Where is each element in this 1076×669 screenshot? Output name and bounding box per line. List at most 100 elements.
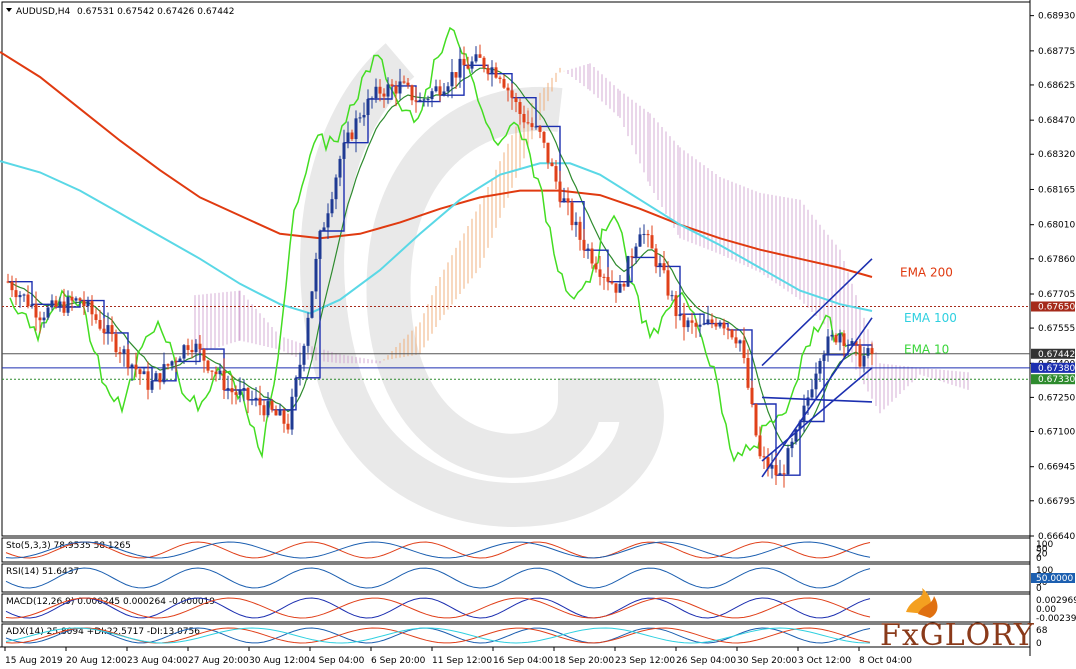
candle-body — [422, 99, 426, 101]
chart-header: AUDUSD,H4 0.67531 0.67542 0.67426 0.6744… — [6, 7, 234, 17]
candle-body — [790, 441, 794, 449]
candle-body — [466, 65, 470, 69]
candle-body — [774, 465, 778, 476]
candle-body — [230, 388, 234, 393]
candle-body — [758, 435, 762, 457]
candle-body — [710, 319, 714, 323]
candle-body — [322, 227, 326, 232]
candle-body — [474, 54, 478, 62]
candle-body — [738, 340, 742, 344]
candle-body — [146, 371, 150, 390]
candle-body — [434, 86, 438, 92]
candle-body — [810, 389, 814, 398]
candle-body — [74, 298, 78, 301]
candle-body — [446, 86, 450, 92]
price-tick-label: 0.67100 — [1038, 427, 1075, 437]
candle-body — [202, 349, 206, 361]
candle-body — [454, 72, 458, 78]
candle-body — [150, 380, 154, 390]
candle-body — [326, 213, 330, 228]
candle-body — [786, 448, 790, 475]
candle-body — [610, 281, 614, 284]
candle-body — [170, 361, 174, 366]
price-tick-label: 0.68165 — [1038, 185, 1075, 195]
time-tick-label: 4 Sep 04:00 — [310, 656, 365, 666]
symbol-label: AUDUSD,H4 — [16, 7, 71, 17]
chart-stage: AUDUSD,H4 0.67531 0.67542 0.67426 0.6744… — [0, 0, 1076, 669]
candle-body — [706, 319, 710, 324]
ema-label: EMA 100 — [904, 311, 957, 325]
candle-body — [574, 221, 578, 226]
candle-body — [522, 113, 526, 123]
candle-body — [366, 98, 370, 115]
candle-body — [306, 317, 310, 346]
time-tick-label: 27 Aug 20:00 — [188, 656, 249, 666]
candle-body — [530, 123, 534, 128]
candle-body — [86, 301, 90, 307]
time-tick-label: 30 Aug 12:00 — [249, 656, 310, 666]
candle-body — [66, 296, 70, 313]
candle-body — [14, 290, 18, 298]
candle-body — [578, 221, 582, 240]
candle-body — [546, 142, 550, 163]
candle-body — [30, 304, 34, 307]
candle-body — [382, 93, 386, 97]
candle-body — [562, 198, 566, 202]
candle-body — [214, 371, 218, 375]
candle-body — [398, 81, 402, 94]
candle-body — [274, 409, 278, 416]
candle-body — [498, 77, 502, 79]
candle-body — [654, 248, 658, 267]
candle-body — [342, 142, 346, 159]
candle-body — [558, 181, 562, 202]
price-tick-label: 0.68320 — [1038, 150, 1075, 160]
candle-body — [826, 336, 830, 355]
candle-body — [742, 340, 746, 359]
candle-body — [370, 98, 374, 100]
candle-body — [414, 100, 418, 102]
candle-body — [226, 388, 230, 390]
candle-body — [426, 99, 430, 101]
candle-body — [438, 86, 442, 96]
candle-body — [858, 344, 862, 367]
candle-body — [582, 239, 586, 251]
candle-body — [646, 233, 650, 236]
candle-body — [174, 361, 178, 363]
candle-body — [238, 389, 242, 395]
candle-body — [330, 199, 334, 214]
candle-body — [198, 343, 202, 350]
candle-body — [478, 54, 482, 58]
candle-body — [302, 345, 306, 365]
candle-body — [126, 349, 130, 368]
candle-body — [514, 97, 518, 103]
time-tick-label: 18 Sep 20:00 — [554, 656, 614, 666]
time-tick-label: 30 Sep 20:00 — [737, 656, 797, 666]
candle-body — [418, 99, 422, 102]
candle-body — [510, 90, 514, 98]
candle-body — [634, 246, 638, 258]
candle-body — [62, 301, 66, 313]
dropdown-triangle-icon[interactable] — [6, 8, 12, 12]
candle-body — [266, 401, 270, 416]
candle-body — [730, 329, 734, 338]
candle-body — [622, 283, 626, 287]
candle-body — [186, 345, 190, 350]
candle-body — [310, 291, 314, 318]
indicator-line — [5, 541, 871, 559]
candle-body — [554, 166, 558, 182]
price-tag-label: 0.67650 — [1038, 302, 1075, 312]
time-tick-label: 23 Sep 12:00 — [615, 656, 675, 666]
indicator-tag-label: 50.0000 — [1036, 574, 1073, 584]
candle-body — [282, 410, 286, 424]
time-tick-label: 26 Sep 04:00 — [676, 656, 736, 666]
candle-body — [242, 388, 246, 390]
candle-body — [394, 85, 398, 94]
candle-body — [114, 334, 118, 353]
candle-body — [682, 314, 686, 328]
candle-body — [6, 281, 10, 283]
candle-body — [666, 270, 670, 296]
fxglory-logo: FxGLORY — [880, 588, 1034, 653]
candle-body — [82, 300, 86, 307]
candle-body — [358, 117, 362, 119]
candle-body — [34, 304, 38, 318]
